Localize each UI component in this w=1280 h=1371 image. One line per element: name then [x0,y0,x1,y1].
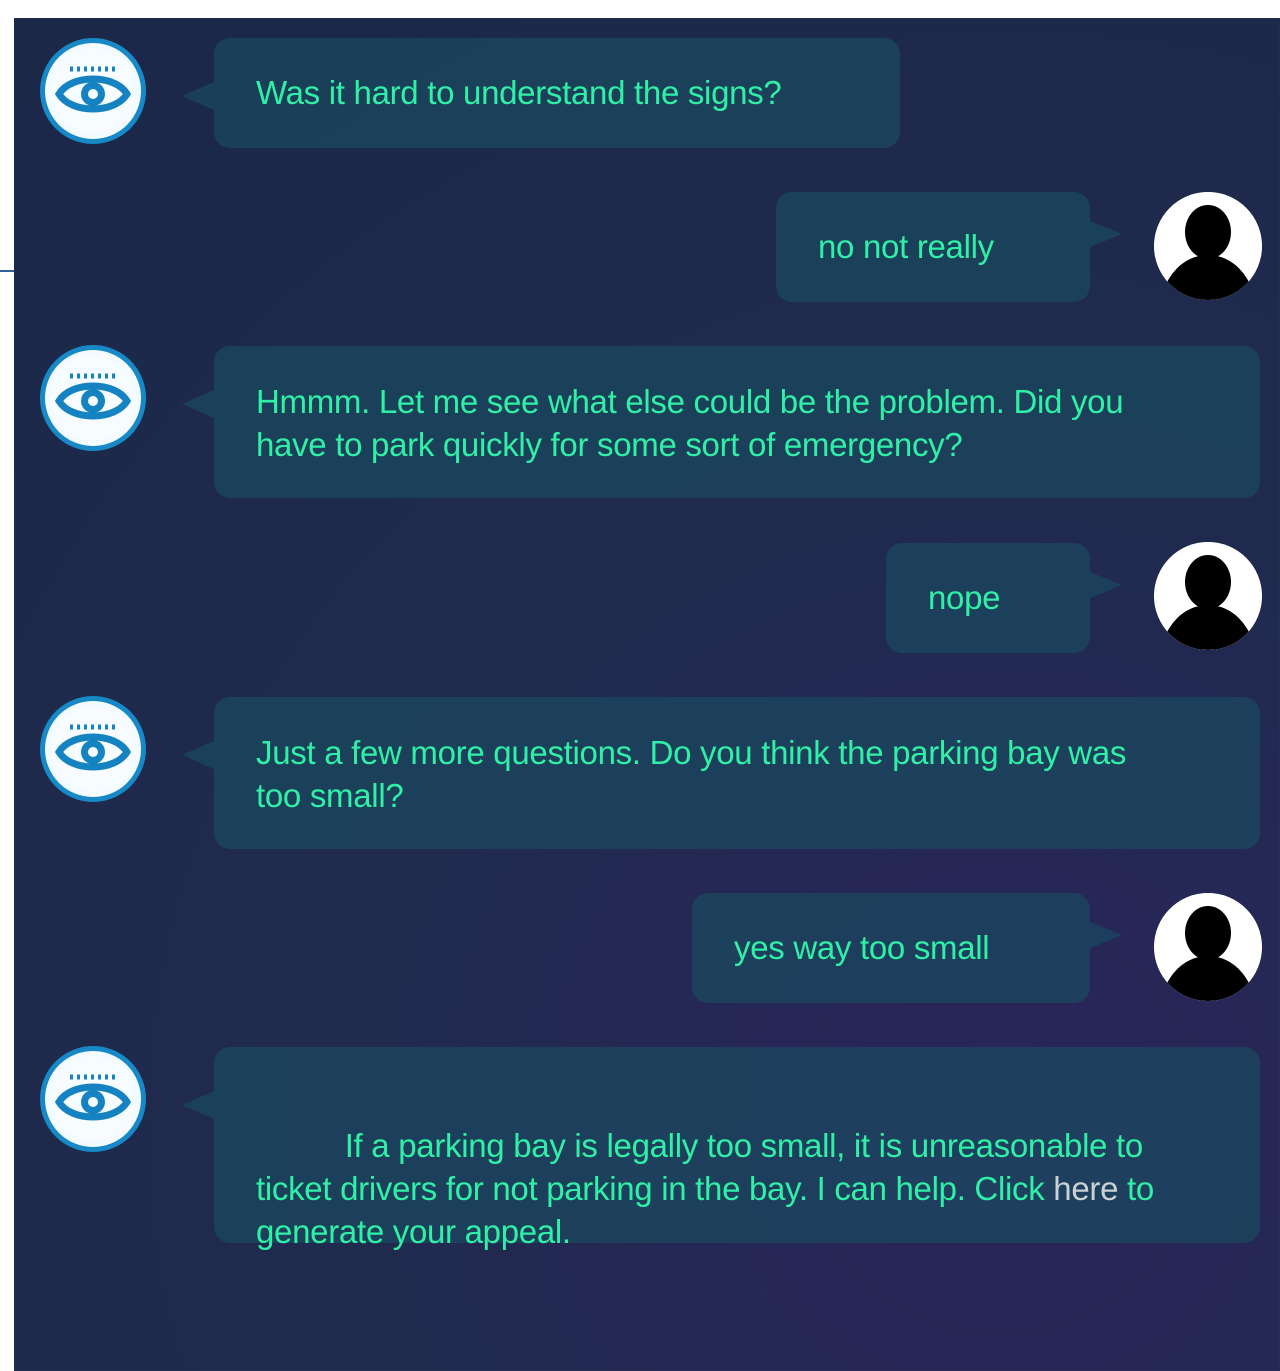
user-silhouette-icon [1154,542,1262,650]
user-message-bubble: yes way too small [692,893,1122,1003]
bot-avatar-eye-icon [40,345,146,451]
message-text: no not really [818,228,994,265]
message-text: nope [928,579,1001,616]
eye-icon [51,1057,135,1141]
screenshot-frame: Was it hard to understand the signs? no … [0,0,1280,1371]
message-text: yes way too small [734,929,990,966]
bot-message-bubble: If a parking bay is legally too small, i… [182,1047,1260,1250]
message-text: Was it hard to understand the signs? [256,74,782,111]
chat-conversation-panel: Was it hard to understand the signs? no … [14,18,1280,1371]
message-text: Just a few more questions. Do you think … [256,734,1135,814]
bot-avatar-eye-icon [40,1046,146,1152]
bot-message-bubble: Was it hard to understand the signs? [182,38,900,148]
user-silhouette-icon [1154,192,1262,300]
user-message-bubble: nope [886,543,1122,653]
eye-icon [51,356,135,440]
eye-icon [51,49,135,133]
user-avatar [1154,542,1262,650]
user-avatar [1154,893,1262,1001]
bot-message-bubble: Hmmm. Let me see what else could be the … [182,346,1260,498]
left-border-line [0,270,14,272]
appeal-message-text-before-link: If a parking bay is legally too small, i… [256,1127,1152,1207]
user-silhouette-icon [1154,893,1262,1001]
bot-avatar-eye-icon [40,38,146,144]
user-message-bubble: no not really [776,192,1122,302]
eye-icon [51,707,135,791]
bot-avatar-eye-icon [40,696,146,802]
message-text: If a parking bay is legally too small, i… [256,1081,1196,1296]
generate-appeal-link[interactable]: here [1053,1170,1118,1207]
user-avatar [1154,192,1262,300]
bot-message-bubble: Just a few more questions. Do you think … [182,697,1260,849]
message-text: Hmmm. Let me see what else could be the … [256,383,1133,463]
